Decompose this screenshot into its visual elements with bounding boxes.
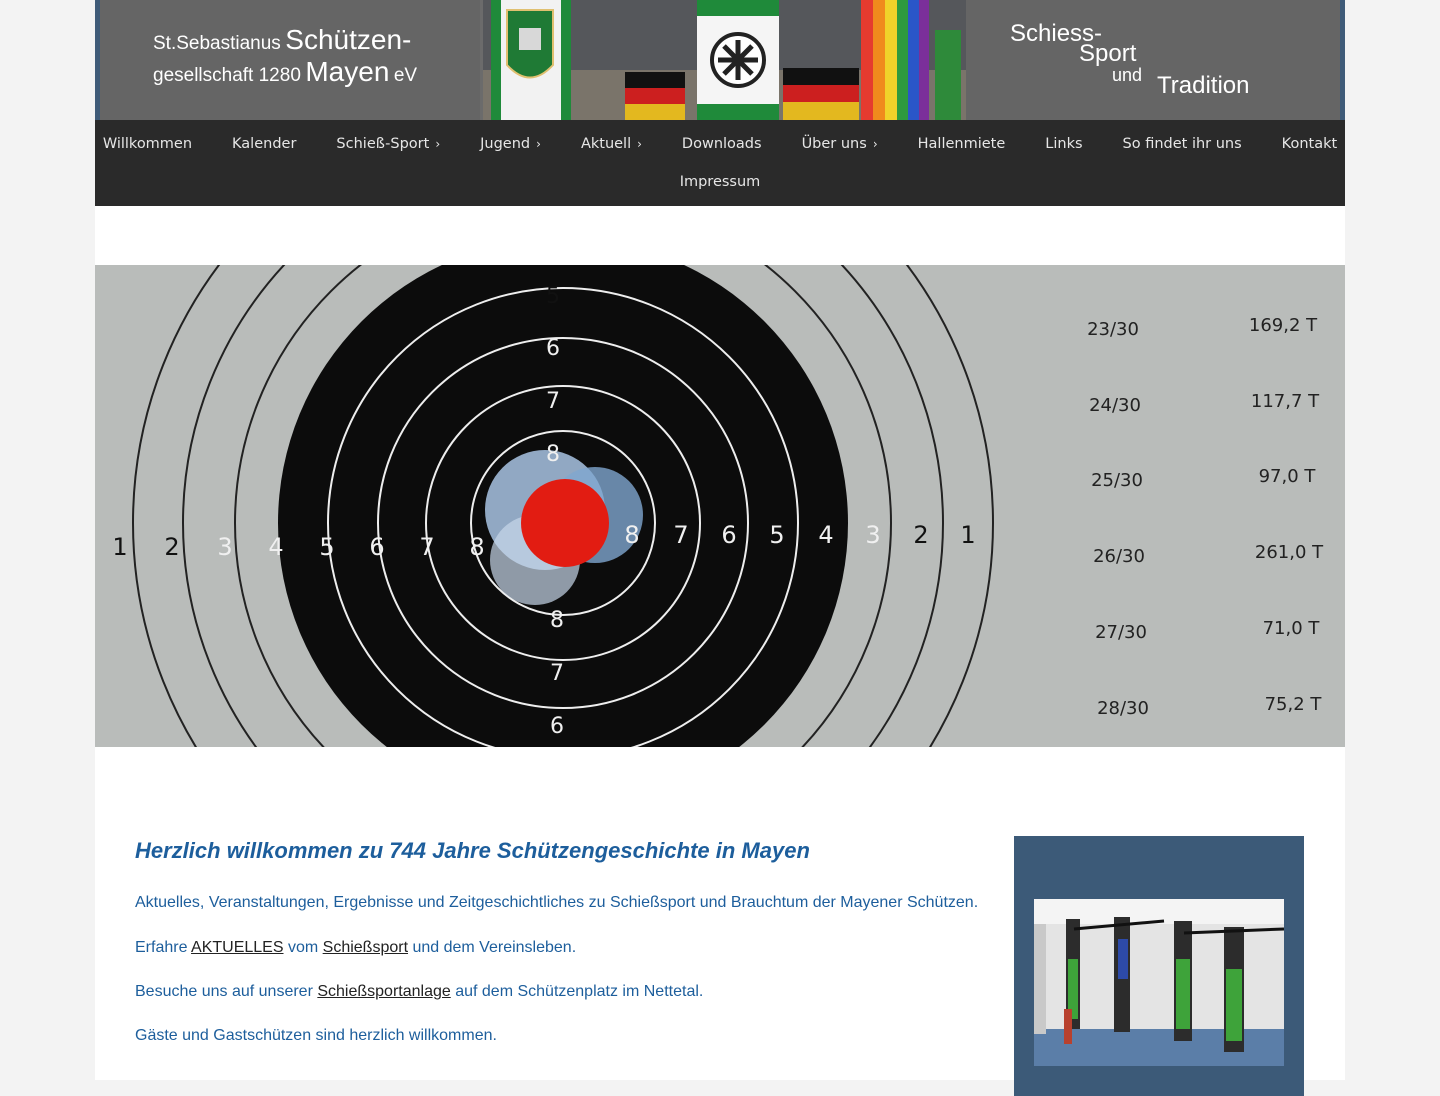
welcome-heading: Herzlich willkommen zu 744 Jahre Schütze… <box>135 838 810 863</box>
ring-number: 3 <box>217 533 232 561</box>
tagline-text: und <box>1112 65 1143 85</box>
tagline-text: Sport <box>1079 40 1137 67</box>
text-fragment: und dem Vereinsleben. <box>408 939 577 956</box>
ring-number: 6 <box>369 533 384 561</box>
ring-number: 5 <box>319 533 334 561</box>
nav-label: So findet ihr uns <box>1122 136 1242 152</box>
ring-number: 2 <box>164 533 179 561</box>
news-paragraph: Erfahre AKTUELLES vom Schießsport und de… <box>135 939 576 957</box>
ring-number: 5 <box>769 521 784 549</box>
target-illustration: 5 6 7 8 8 7 6 1 2 3 4 5 6 7 8 8 7 6 5 4 3 2 1 23/30 169,2 T 24/30… <box>95 265 1345 747</box>
guests-paragraph: Gäste und Gastschützen sind herzlich wil… <box>135 1027 497 1044</box>
score-value-label: 169,2 T <box>1249 315 1318 336</box>
ring-number: 3 <box>865 521 880 549</box>
ring-number: 8 <box>469 533 484 561</box>
ring-number: 4 <box>818 521 833 549</box>
aktuelles-link[interactable]: AKTUELLES <box>191 939 283 956</box>
nav-label: Über uns <box>801 136 867 152</box>
nav-item-impressum[interactable]: Impressum <box>660 158 781 206</box>
ring-number: 2 <box>913 521 928 549</box>
logo-line-1: St.Sebastianus Schützen- <box>153 24 411 56</box>
ring-number: 7 <box>673 521 688 549</box>
nav-label: Kalender <box>232 136 297 152</box>
nav-label: Links <box>1045 136 1083 152</box>
ring-number: 7 <box>419 533 434 561</box>
hero-target-image: 5 6 7 8 8 7 6 1 2 3 4 5 6 7 8 8 7 6 5 4 3 2 1 23/30 169,2 T 24/30… <box>95 265 1345 747</box>
ring-number: 8 <box>624 521 639 549</box>
facility-paragraph: Besuche uns auf unserer Schießsportanlag… <box>135 983 703 1001</box>
score-shot-label: 26/30 <box>1093 546 1145 567</box>
shooters-illustration <box>1034 899 1284 1066</box>
header-banner: St.Sebastianus Schützen- gesellschaft 12… <box>95 0 1345 120</box>
score-shot-label: 28/30 <box>1097 698 1149 719</box>
nav-label: Jugend <box>480 136 531 152</box>
score-value-label: 261,0 T <box>1255 542 1324 563</box>
main-navigation: Willkommen Kalender Schieß-Sport › Jugend… <box>95 120 1345 206</box>
ring-number: 6 <box>550 714 564 739</box>
nav-label: Impressum <box>679 174 761 190</box>
text-fragment: Besuche uns auf unserer <box>135 983 318 1000</box>
chevron-right-icon: › <box>536 137 541 151</box>
ring-number: 7 <box>546 389 560 414</box>
logo-text-small: St.Sebastianus <box>153 33 281 54</box>
score-value-label: 71,0 T <box>1263 618 1321 639</box>
ring-number: 6 <box>546 336 560 361</box>
ring-number: 8 <box>550 608 564 633</box>
ring-number: 1 <box>960 521 975 549</box>
flags-photo <box>483 0 966 120</box>
flags-illustration <box>483 0 966 120</box>
schiesssportanlage-link[interactable]: Schießsportanlage <box>317 983 450 1000</box>
intro-paragraph: Aktuelles, Veranstaltungen, Ergebnisse u… <box>135 894 979 911</box>
chevron-right-icon: › <box>435 137 441 151</box>
text-fragment: vom <box>283 939 323 956</box>
score-value-label: 117,7 T <box>1251 391 1320 412</box>
ring-number: 1 <box>112 533 127 561</box>
page-container: St.Sebastianus Schützen- gesellschaft 12… <box>95 0 1345 1096</box>
text-fragment: Erfahre <box>135 939 192 956</box>
logo-line-2: gesellschaft 1280 Mayen eV <box>153 56 417 88</box>
nav-label: Willkommen <box>102 136 193 152</box>
nav-label: Aktuell <box>580 136 632 152</box>
tagline-area: Schiess- Sport und Tradition <box>966 0 1340 120</box>
score-shot-label: 27/30 <box>1095 622 1147 643</box>
tagline-text: Tradition <box>1157 72 1250 99</box>
nav-row-2: Impressum <box>95 158 1345 206</box>
ring-number: 8 <box>546 442 560 467</box>
score-shot-label: 25/30 <box>1091 470 1143 491</box>
text-fragment: auf dem Schützenplatz im Nettetal. <box>450 983 704 1000</box>
chevron-right-icon: › <box>637 137 642 151</box>
nav-label: Schieß-Sport <box>336 136 430 152</box>
chevron-right-icon: › <box>872 137 878 151</box>
sidebar-widget <box>1014 836 1304 1096</box>
shooters-photo[interactable] <box>1034 899 1284 1066</box>
ring-number: 6 <box>721 521 736 549</box>
score-value-label: 75,2 T <box>1265 694 1323 715</box>
ring-number: 4 <box>268 533 283 561</box>
club-logo[interactable]: St.Sebastianus Schützen- gesellschaft 12… <box>100 0 480 120</box>
nav-label: Downloads <box>681 136 762 152</box>
ring-number: 7 <box>550 661 564 686</box>
nav-label: Hallenmiete <box>917 136 1006 152</box>
score-shot-label: 24/30 <box>1089 395 1141 416</box>
logo-text-big: Mayen <box>305 56 390 87</box>
schiesssport-link[interactable]: Schießsport <box>323 939 408 956</box>
logo-text-big: Schützen- <box>285 24 412 55</box>
logo-text-suffix: eV <box>393 65 418 86</box>
nav-label: Kontakt <box>1281 136 1338 152</box>
score-shot-label: 23/30 <box>1087 319 1139 340</box>
score-value-label: 97,0 T <box>1259 466 1317 487</box>
logo-text-small: gesellschaft 1280 <box>153 65 301 86</box>
ring-number: 5 <box>546 284 560 309</box>
